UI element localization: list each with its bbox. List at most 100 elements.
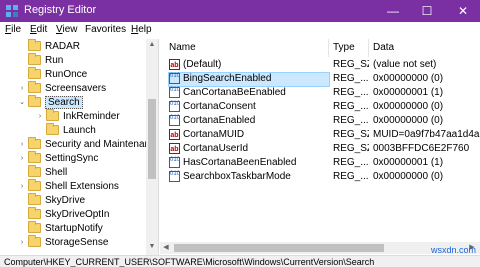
status-bar-path: Computer\HKEY_CURRENT_USER\SOFTWARE\Micr… — [0, 255, 480, 267]
folder-icon — [28, 67, 41, 79]
menu-favorites[interactable]: Favorites — [85, 24, 126, 35]
folder-icon — [28, 39, 41, 51]
folder-icon — [46, 123, 59, 135]
minimize-button[interactable]: — — [376, 0, 410, 22]
value-type: REG_... — [333, 115, 369, 126]
folder-icon — [28, 53, 41, 65]
string-value-icon: ab — [169, 58, 180, 70]
tree-vertical-scrollbar[interactable]: ▲ ▼ — [146, 39, 158, 255]
value-data: 0x00000000 (0) — [373, 171, 444, 182]
tree-item-search[interactable]: ⌄ Search — [18, 95, 83, 109]
value-type: REG_... — [333, 73, 369, 84]
value-data: 0x00000001 (1) — [373, 87, 444, 98]
menu-file[interactable]: File — [5, 24, 21, 35]
tree-item-startupnotify[interactable]: StartupNotify — [18, 221, 103, 235]
binary-value-icon: 010 — [169, 86, 180, 98]
value-data: 0003BFFDC6E2F760 — [373, 143, 470, 154]
value-row[interactable]: abCortanaUserId REG_SZ 0003BFFDC6E2F760 — [165, 142, 480, 156]
value-name: SearchboxTaskbarMode — [183, 171, 291, 182]
folder-icon — [28, 207, 41, 219]
close-button[interactable]: ✕ — [446, 0, 480, 22]
folder-icon — [46, 109, 59, 121]
value-type: REG_... — [333, 157, 369, 168]
value-type: REG_... — [333, 101, 369, 112]
chevron-right-icon[interactable]: › — [36, 113, 44, 120]
chevron-right-icon[interactable]: › — [18, 141, 26, 148]
menu-edit[interactable]: Edit — [30, 24, 47, 35]
tree-item-storagesense[interactable]: › StorageSense — [18, 235, 108, 249]
binary-value-icon: 010 — [169, 72, 180, 84]
registry-editor-icon — [6, 5, 18, 17]
scroll-down-icon[interactable]: ▼ — [148, 243, 156, 251]
value-type: REG_SZ — [333, 129, 369, 140]
folder-open-icon — [28, 95, 41, 107]
value-data: 0x00000000 (0) — [373, 101, 444, 112]
tree-item-run[interactable]: Run — [18, 53, 63, 67]
tree-item-screensavers[interactable]: › Screensavers — [18, 81, 106, 95]
window-title: Registry Editor — [24, 4, 97, 16]
value-type: REG_... — [333, 87, 369, 98]
column-header-type[interactable]: Type — [329, 39, 369, 57]
value-data: MUID=0a9f7b47aa1d4a88a — [373, 129, 480, 140]
value-name: CortanaEnabled — [183, 115, 256, 126]
folder-icon — [28, 221, 41, 233]
value-data: 0x00000000 (0) — [373, 115, 444, 126]
chevron-down-icon[interactable]: ⌄ — [18, 98, 26, 106]
binary-value-icon: 010 — [169, 170, 180, 182]
value-type: REG_SZ — [333, 59, 369, 70]
column-header-name[interactable]: Name — [165, 39, 329, 57]
string-value-icon: ab — [169, 128, 180, 140]
tree-item-runonce[interactable]: RunOnce — [18, 67, 87, 81]
value-name: CortanaMUID — [183, 129, 245, 140]
folder-icon — [28, 81, 41, 93]
chevron-right-icon[interactable]: › — [18, 85, 26, 92]
registry-key-tree: RADAR Run RunOnce › Screensavers ⌄ Search … — [0, 39, 159, 255]
value-data: (value not set) — [373, 59, 437, 70]
tree-item-skydrive[interactable]: SkyDrive — [18, 193, 85, 207]
value-name: CortanaUserId — [183, 143, 249, 154]
binary-value-icon: 010 — [169, 114, 180, 126]
scrollbar-thumb[interactable] — [174, 244, 384, 252]
column-header-data[interactable]: Data — [369, 39, 480, 57]
value-row-selected[interactable]: 010 BingSearchEnabled REG_... 0x00000000 … — [165, 72, 480, 87]
maximize-button[interactable]: ☐ — [410, 0, 444, 22]
value-row[interactable]: 010 SearchboxTaskbarMode REG_... 0x000000… — [165, 170, 480, 184]
value-name: BingSearchEnabled — [183, 73, 272, 84]
menu-view[interactable]: View — [56, 24, 78, 35]
value-name: CanCortanaBeEnabled — [183, 87, 286, 98]
value-name: CortanaConsent — [183, 101, 256, 112]
values-list: Name Type Data ab(Default) REG_SZ (value… — [165, 39, 480, 255]
tree-item-radar[interactable]: RADAR — [18, 39, 80, 53]
value-row[interactable]: 010 HasCortanaBeenEnabled REG_... 0x00000… — [165, 156, 480, 170]
tree-item-security-and-maintenance[interactable]: › Security and Maintenance — [18, 137, 158, 151]
tree-item-shell[interactable]: Shell — [18, 165, 67, 179]
scroll-up-icon[interactable]: ▲ — [148, 41, 156, 49]
tree-item-settingsync[interactable]: › SettingSync — [18, 151, 98, 165]
chevron-right-icon[interactable]: › — [18, 155, 26, 162]
tree-item-shell-extensions[interactable]: › Shell Extensions — [18, 179, 119, 193]
value-row[interactable]: 010 CortanaEnabled REG_... 0x00000000 (0) — [165, 114, 480, 128]
folder-icon — [28, 193, 41, 205]
title-bar[interactable]: Registry Editor — ☐ ✕ — [0, 0, 480, 22]
chevron-right-icon[interactable]: › — [18, 239, 26, 246]
binary-value-icon: 010 — [169, 156, 180, 168]
value-name: HasCortanaBeenEnabled — [183, 157, 297, 168]
value-row[interactable]: ab(Default) REG_SZ (value not set) — [165, 58, 480, 72]
tree-item-skydriveoptin[interactable]: SkyDriveOptIn — [18, 207, 109, 221]
menu-help[interactable]: Help — [131, 24, 152, 35]
value-row[interactable]: 010 CanCortanaBeEnabled REG_... 0x0000000… — [165, 86, 480, 100]
value-row[interactable]: 010 CortanaConsent REG_... 0x00000000 (0) — [165, 100, 480, 114]
tree-item-launch[interactable]: Launch — [36, 123, 96, 137]
tree-item-inkreminder[interactable]: › InkReminder — [36, 109, 120, 123]
value-type: REG_SZ — [333, 143, 369, 154]
string-value-icon: ab — [169, 142, 180, 154]
scrollbar-thumb[interactable] — [148, 99, 156, 179]
binary-value-icon: 010 — [169, 100, 180, 112]
value-data: 0x00000001 (1) — [373, 157, 444, 168]
value-data: 0x00000000 (0) — [373, 73, 444, 84]
chevron-right-icon[interactable]: › — [18, 183, 26, 190]
watermark: wsxdn.com — [430, 245, 476, 255]
scroll-left-icon[interactable]: ◀ — [162, 244, 170, 252]
value-row[interactable]: abCortanaMUID REG_SZ MUID=0a9f7b47aa1d4a… — [165, 128, 480, 142]
folder-icon — [28, 137, 41, 149]
